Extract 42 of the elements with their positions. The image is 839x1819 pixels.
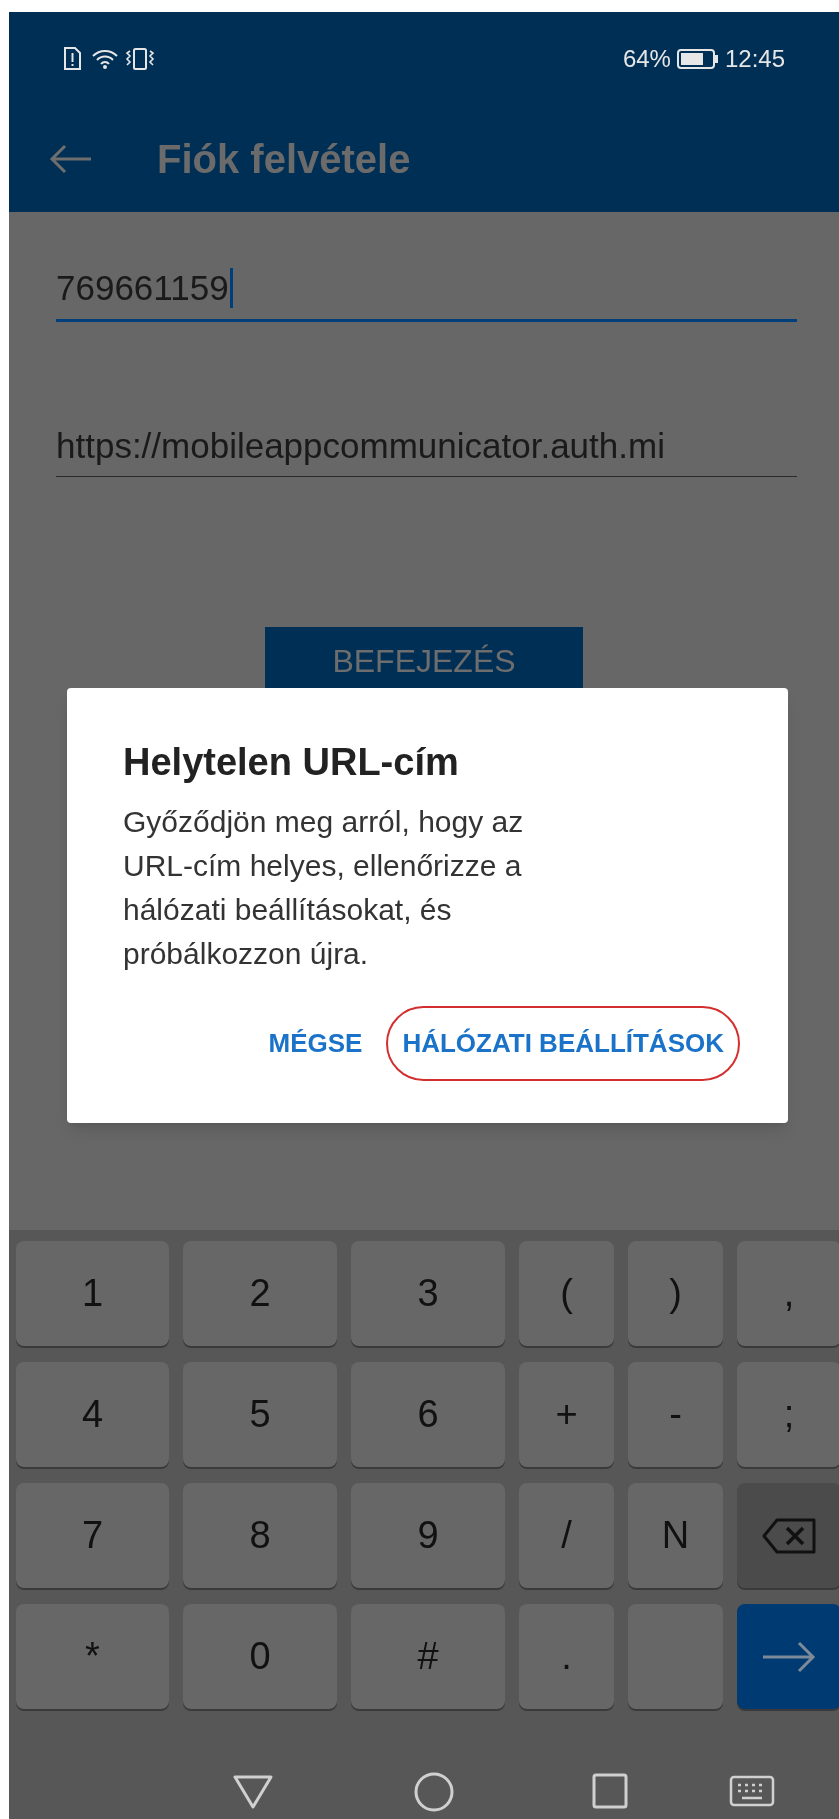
screen-title: Fiók felvétele <box>157 135 411 183</box>
keyboard-key[interactable]: - <box>628 1362 723 1467</box>
keyboard-key[interactable]: 8 <box>183 1483 337 1588</box>
keyboard-key[interactable]: 6 <box>351 1362 505 1467</box>
back-triangle-icon[interactable] <box>233 1775 273 1809</box>
network-settings-button[interactable]: HÁLÓZATI BEÁLLÍTÁSOK <box>402 1014 724 1073</box>
cancel-button[interactable]: MÉGSE <box>268 1014 363 1073</box>
keyboard-key[interactable]: 3 <box>351 1241 505 1346</box>
keyboard-key[interactable]: 7 <box>16 1483 169 1588</box>
battery-icon <box>676 47 719 70</box>
keyboard-key[interactable]: + <box>519 1362 614 1467</box>
clock-time: 12:45 <box>724 43 785 74</box>
keyboard-key[interactable]: * <box>16 1604 169 1709</box>
keyboard-key[interactable]: ( <box>519 1241 614 1346</box>
keyboard-key[interactable]: 4 <box>16 1362 169 1467</box>
wifi-icon <box>91 47 119 70</box>
text-field[interactable]: 769661159 <box>56 262 797 322</box>
home-circle-icon[interactable] <box>414 1772 454 1812</box>
keyboard-key[interactable]: ; <box>737 1362 839 1467</box>
sim-alert-icon <box>63 46 81 71</box>
keyboard-key[interactable]: ) <box>628 1241 723 1346</box>
battery-percent: 64% <box>622 43 671 74</box>
text-field[interactable]: https://mobileappcommunicator.auth.mi <box>56 419 797 477</box>
text-cursor <box>229 268 233 309</box>
keyboard-key[interactable]: 9 <box>351 1483 505 1588</box>
keyboard-key[interactable]: . <box>519 1604 614 1709</box>
keyboard-key[interactable]: 0 <box>183 1604 337 1709</box>
dialog-title: Helytelen URL-cím <box>123 740 460 785</box>
keyboard-key[interactable]: N <box>628 1483 723 1588</box>
arrow-right-icon <box>761 1640 817 1673</box>
back-arrow-icon[interactable] <box>49 143 93 174</box>
keyboard-icon[interactable] <box>729 1775 775 1807</box>
backspace-icon <box>761 1516 817 1555</box>
keyboard-key[interactable]: 1 <box>16 1241 169 1346</box>
keyboard-key[interactable]: 2 <box>183 1241 337 1346</box>
vibrate-icon <box>125 46 155 71</box>
dialog-message: Győződjön meg arról, hogy az URL-cím helyes, ellenőrizze a hálózati beállításokat, és próbálkozzon újra. <box>123 804 525 972</box>
keyboard-key[interactable]: / <box>519 1483 614 1588</box>
recents-square-icon[interactable] <box>592 1773 628 1809</box>
keyboard-key[interactable]: 5 <box>183 1362 337 1467</box>
keyboard-key[interactable]: , <box>737 1241 839 1346</box>
keyboard-key[interactable]: # <box>351 1604 505 1709</box>
